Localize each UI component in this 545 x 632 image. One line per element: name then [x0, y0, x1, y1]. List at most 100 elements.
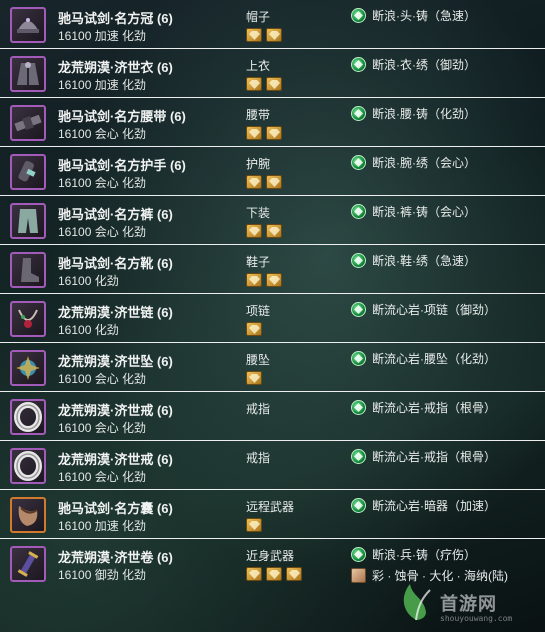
enchant: 断流心岩·项链（御劲） [351, 301, 496, 318]
enchant-orb-icon [351, 547, 366, 562]
pendant-icon[interactable] [10, 350, 46, 386]
enchant: 断浪·腕·绣（会心） [351, 154, 476, 171]
item-stats: 16100 会心 化劲 [58, 372, 147, 386]
necklace-icon[interactable] [10, 301, 46, 337]
slot-label: 项链 [246, 304, 271, 318]
enchant-orb-icon [351, 449, 366, 464]
equipment-row[interactable]: 龙荒朔漠·济世坠 (6) 16100 会心 化劲 腰坠 断流心岩·腰坠（化劲） [0, 343, 545, 392]
hat-icon[interactable] [10, 7, 46, 43]
enchant-orb-icon [351, 302, 366, 317]
item-stats: 16100 会心 化劲 [58, 176, 147, 190]
enchant-label: 断流心岩·戒指（根骨） [372, 450, 496, 464]
enchant: 断流心岩·暗器（加速） [351, 497, 496, 514]
embedded-gem-icon [266, 567, 282, 581]
embedded-gem-icon [266, 28, 282, 42]
scroll-weapon-icon[interactable] [10, 546, 46, 582]
equipment-row[interactable]: 驰马试剑·名方靴 (6) 16100 化劲 鞋子 断浪·鞋·绣（急速） [0, 245, 545, 294]
enchant: 断浪·衣·绣（御劲） [351, 56, 476, 73]
enchant: 断浪·鞋·绣（急速） [351, 252, 476, 269]
watermark-text: 首游网 [440, 594, 497, 614]
gem-slots [246, 322, 262, 336]
enchant: 断浪·腰·铸（化劲） [351, 105, 476, 122]
enchant-orb-icon [351, 253, 366, 268]
enchant: 断浪·兵·铸（疗伤） [351, 546, 476, 563]
enchant-orb-icon [351, 155, 366, 170]
item-stats: 16100 御劲 化劲 [58, 568, 147, 582]
enchant-label: 断流心岩·戒指（根骨） [372, 401, 496, 415]
item-name: 龙荒朔漠·济世衣 (6) [58, 60, 173, 75]
enchant: 断流心岩·腰坠（化劲） [351, 350, 496, 367]
pouch-icon[interactable] [10, 497, 46, 533]
equipment-row[interactable]: 龙荒朔漠·济世戒 (6) 16100 会心 化劲 戒指 断流心岩·戒指（根骨） [0, 392, 545, 441]
item-name: 龙荒朔漠·济世坠 (6) [58, 354, 173, 369]
enchant-orb-icon [351, 204, 366, 219]
item-name: 驰马试剑·名方靴 (6) [58, 256, 173, 271]
enchant-orb-icon [351, 400, 366, 415]
enchant-label: 断浪·头·铸（急速） [372, 9, 476, 23]
equipment-row[interactable]: 驰马试剑·名方冠 (6) 16100 加速 化劲 帽子 断浪·头·铸（急速） [0, 0, 545, 49]
embedded-gem-icon [246, 28, 262, 42]
enchant-orb-icon [351, 8, 366, 23]
item-stats: 16100 会心 化劲 [58, 127, 147, 141]
enchant: 断浪·裤·铸（会心） [351, 203, 476, 220]
slot-label: 近身武器 [246, 549, 295, 563]
embedded-gem-icon [246, 224, 262, 238]
item-name: 龙荒朔漠·济世链 (6) [58, 305, 173, 320]
item-name: 龙荒朔漠·济世戒 (6) [58, 452, 173, 467]
gem-slots [246, 371, 262, 385]
item-name: 驰马试剑·名方裤 (6) [58, 207, 173, 222]
embedded-gem-icon [266, 273, 282, 287]
item-stats: 16100 会心 化劲 [58, 421, 147, 435]
item-stats: 16100 加速 化劲 [58, 29, 147, 43]
equipment-list: 驰马试剑·名方冠 (6) 16100 加速 化劲 帽子 断浪·头·铸（急速） 龙荒朔漠·… [0, 0, 545, 588]
embedded-gem-icon [246, 567, 262, 581]
pants-icon[interactable] [10, 203, 46, 239]
embedded-gem-icon [246, 371, 262, 385]
equipment-row[interactable]: 龙荒朔漠·济世链 (6) 16100 化劲 项链 断流心岩·项链（御劲） [0, 294, 545, 343]
item-stats: 16100 化劲 [58, 274, 119, 288]
watermark-url: shouyouwang.com [440, 614, 513, 623]
bracer-icon[interactable] [10, 154, 46, 190]
equipment-row[interactable]: 驰马试剑·名方囊 (6) 16100 加速 化劲 远程武器 断流心岩·暗器（加速） [0, 490, 545, 539]
equipment-row[interactable]: 驰马试剑·名方裤 (6) 16100 会心 化劲 下装 断浪·裤·铸（会心） [0, 196, 545, 245]
enchant-orb-icon [351, 106, 366, 121]
gem-slots [246, 567, 302, 581]
equipment-row[interactable]: 驰马试剑·名方腰带 (6) 16100 会心 化劲 腰带 断浪·腰·铸（化劲） [0, 98, 545, 147]
robe-icon[interactable] [10, 56, 46, 92]
item-stats: 16100 会心 化劲 [58, 470, 147, 484]
item-name: 龙荒朔漠·济世卷 (6) [58, 550, 173, 565]
enchant-orb-icon [351, 351, 366, 366]
ring-icon[interactable] [10, 448, 46, 484]
item-name: 驰马试剑·名方护手 (6) [58, 158, 186, 173]
slot-label: 鞋子 [246, 255, 271, 269]
ring-icon[interactable] [10, 399, 46, 435]
enchant-label: 断浪·腕·绣（会心） [372, 156, 476, 170]
equipment-row[interactable]: 龙荒朔漠·济世衣 (6) 16100 加速 化劲 上衣 断浪·衣·绣（御劲） [0, 49, 545, 98]
gem-slots [246, 273, 282, 287]
embedded-gem-icon [266, 224, 282, 238]
watermark: 首游网 shouyouwang.com [388, 578, 538, 628]
embedded-gem-icon [246, 518, 262, 532]
enchant-label: 断浪·裤·铸（会心） [372, 205, 476, 219]
slot-label: 戒指 [246, 402, 271, 416]
equipment-row[interactable]: 龙荒朔漠·济世戒 (6) 16100 会心 化劲 戒指 断流心岩·戒指（根骨） [0, 441, 545, 490]
enchant: 断流心岩·戒指（根骨） [351, 399, 496, 416]
slot-label: 戒指 [246, 451, 271, 465]
enchant-label: 断浪·腰·铸（化劲） [372, 107, 476, 121]
equipment-row[interactable]: 驰马试剑·名方护手 (6) 16100 会心 化劲 护腕 断浪·腕·绣（会心） [0, 147, 545, 196]
slot-label: 腰坠 [246, 353, 271, 367]
enchant: 断浪·头·铸（急速） [351, 7, 476, 24]
slot-label: 上衣 [246, 59, 271, 73]
slot-label: 远程武器 [246, 500, 295, 514]
slot-label: 帽子 [246, 10, 271, 24]
item-stats: 16100 会心 化劲 [58, 225, 147, 239]
boots-icon[interactable] [10, 252, 46, 288]
belt-icon[interactable] [10, 105, 46, 141]
gem-slots [246, 77, 282, 91]
embedded-gem-icon [266, 175, 282, 189]
item-name: 龙荒朔漠·济世戒 (6) [58, 403, 173, 418]
leaf-logo-icon [403, 584, 431, 621]
slot-label: 下装 [246, 206, 271, 220]
enchant-label: 断浪·衣·绣（御劲） [372, 58, 476, 72]
item-stats: 16100 加速 化劲 [58, 519, 147, 533]
